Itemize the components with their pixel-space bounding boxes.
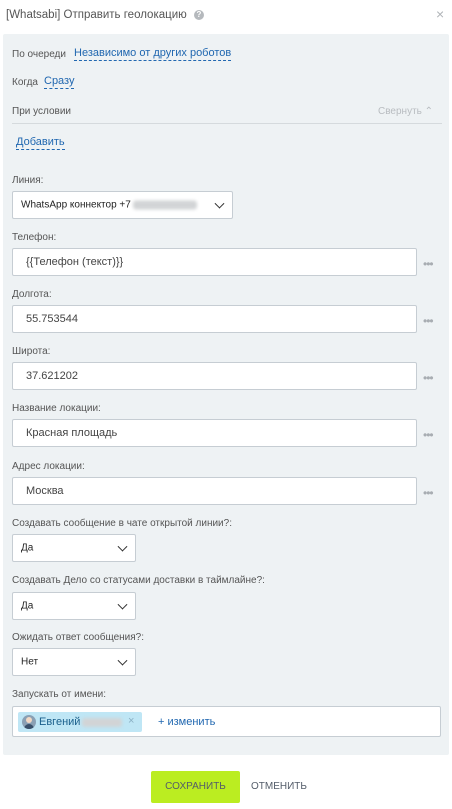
create-message-select[interactable]: Да — [12, 534, 136, 562]
user-name: Евгений — [39, 716, 81, 728]
create-message-value: Да — [21, 542, 34, 554]
create-deal-select[interactable]: Да — [12, 592, 136, 620]
divider — [12, 123, 442, 124]
latitude-input[interactable]: 37.621202 — [12, 362, 417, 390]
location-name-value: Красная площадь — [26, 427, 118, 439]
collapse-label: Свернуть — [378, 106, 422, 117]
chevron-down-icon — [117, 655, 128, 666]
user-tag: Евгений × — [18, 712, 142, 732]
queue-mode-link[interactable]: Независимо от других роботов — [74, 47, 232, 61]
settings-panel — [3, 34, 449, 755]
redacted-surname — [82, 717, 123, 727]
location-name-label: Название локации: — [12, 403, 101, 414]
avatar — [22, 715, 36, 729]
chevron-down-icon — [117, 599, 128, 610]
location-address-input[interactable]: Москва — [12, 477, 417, 505]
save-button[interactable]: СОХРАНИТЬ — [151, 771, 240, 803]
when-label: Когда — [12, 77, 38, 88]
location-address-label: Адрес локации: — [12, 461, 85, 472]
remove-icon[interactable]: × — [128, 715, 134, 727]
longitude-value: 55.753544 — [26, 313, 78, 325]
when-link[interactable]: Сразу — [44, 75, 75, 89]
create-deal-value: Да — [21, 600, 34, 612]
phone-value: {{Телефон (текст)}} — [26, 256, 124, 268]
location-name-more-icon[interactable]: ••• — [423, 428, 434, 442]
help-icon[interactable]: ? — [194, 10, 204, 20]
condition-label: При условии — [12, 106, 71, 117]
collapse-button[interactable]: Свернуть ⌃ — [378, 106, 433, 117]
line-select[interactable]: WhatsApp коннектор +7 — [12, 191, 233, 219]
add-condition-link[interactable]: Добавить — [16, 136, 65, 150]
chevron-down-icon — [214, 198, 225, 209]
line-value: WhatsApp коннектор +7 — [21, 199, 131, 211]
run-as-label: Запускать от имени: — [12, 689, 107, 700]
latitude-more-icon[interactable]: ••• — [423, 371, 434, 385]
dialog-title: [Whatsabi] Отправить геолокацию — [6, 9, 187, 21]
cancel-button[interactable]: ОТМЕНИТЬ — [251, 781, 307, 792]
queue-label: По очереди — [12, 49, 66, 60]
location-address-value: Москва — [26, 485, 64, 497]
location-name-input[interactable]: Красная площадь — [12, 419, 417, 447]
latitude-value: 37.621202 — [26, 370, 78, 382]
chevron-down-icon — [117, 541, 128, 552]
phone-input[interactable]: {{Телефон (текст)}} — [12, 248, 417, 276]
line-label: Линия: — [12, 175, 44, 186]
run-as-field[interactable]: Евгений × + изменить — [12, 706, 441, 737]
await-reply-value: Нет — [21, 656, 39, 668]
redacted-phone — [132, 200, 197, 210]
phone-more-icon[interactable]: ••• — [423, 257, 434, 271]
create-message-label: Создавать сообщение в чате открытой лини… — [12, 518, 232, 529]
latitude-label: Широта: — [12, 346, 51, 357]
await-reply-select[interactable]: Нет — [12, 648, 136, 676]
longitude-label: Долгота: — [12, 289, 52, 300]
chevron-up-icon: ⌃ — [424, 106, 434, 117]
longitude-input[interactable]: 55.753544 — [12, 305, 417, 333]
create-deal-label: Создавать Дело со статусами доставки в т… — [12, 575, 265, 586]
change-user-link[interactable]: + изменить — [158, 716, 215, 728]
dialog-header: [Whatsabi] Отправить геолокацию ? × — [0, 0, 452, 32]
await-reply-label: Ожидать ответ сообщения?: — [12, 632, 145, 643]
location-address-more-icon[interactable]: ••• — [423, 486, 434, 500]
close-icon[interactable]: × — [436, 7, 444, 21]
phone-label: Телефон: — [12, 232, 57, 243]
longitude-more-icon[interactable]: ••• — [423, 314, 434, 328]
